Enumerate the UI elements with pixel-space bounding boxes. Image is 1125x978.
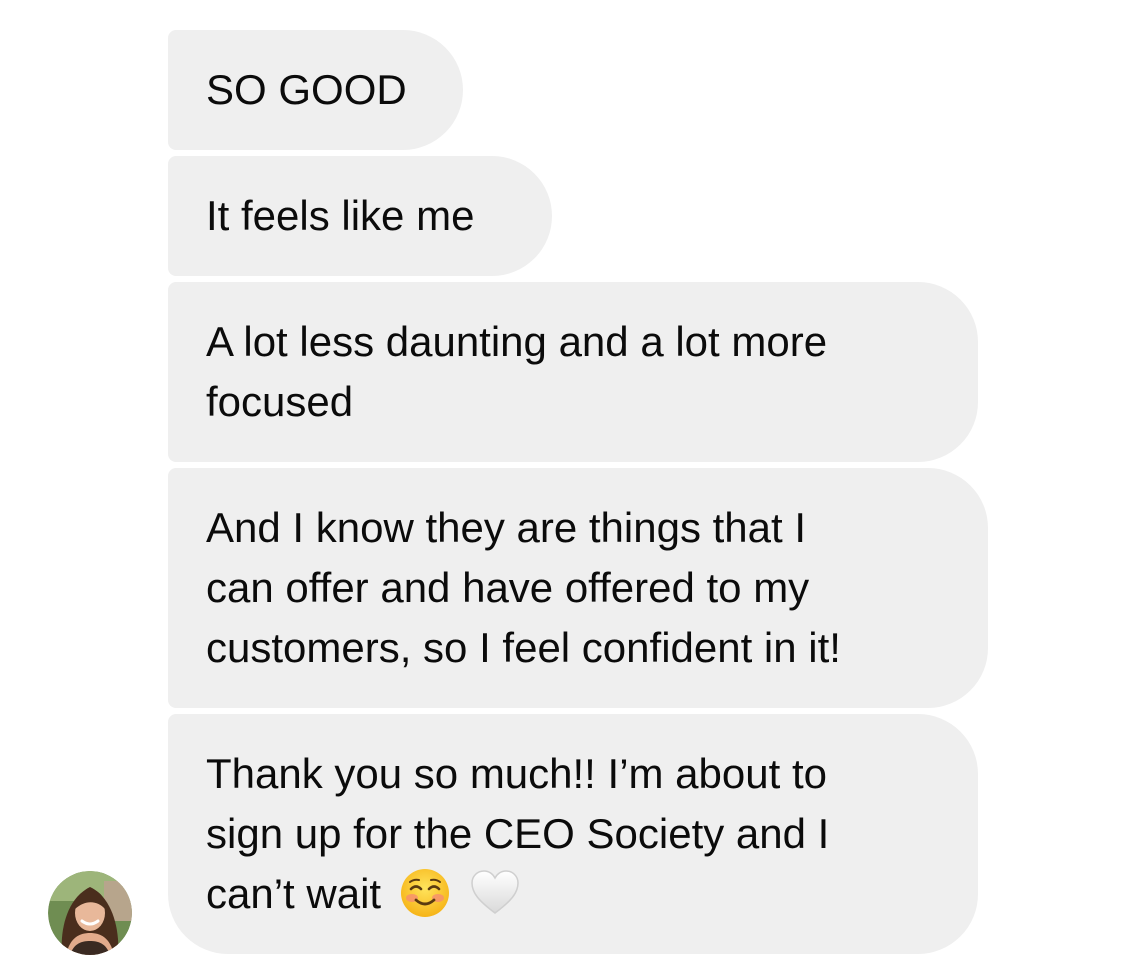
profile-photo-avatar-icon — [48, 871, 132, 955]
message-text: SO GOOD — [206, 66, 407, 113]
avatar[interactable] — [48, 871, 132, 955]
message-text: customers, so I feel confident in it! — [206, 624, 841, 671]
smiling-face-emoji-icon — [401, 868, 450, 917]
message-bubble[interactable]: A lot less daunting and a lot more focus… — [168, 282, 978, 462]
message-text: can offer and have offered to my — [206, 564, 810, 611]
message-bubble[interactable]: Thank you so much!! I’m about to sign up… — [168, 714, 978, 954]
message-text: focused — [206, 378, 354, 425]
message-text: And I know they are things that I — [206, 504, 807, 551]
message-text: It feels like me — [206, 192, 475, 239]
message-text: A lot less daunting and a lot more — [206, 318, 828, 365]
message-text: Thank you so much!! I’m about to — [206, 750, 827, 797]
message-last-line: can’t wait — [206, 864, 940, 924]
message-bubble[interactable]: It feels like me — [168, 156, 552, 276]
white-heart-emoji-icon — [471, 870, 519, 914]
message-bubble[interactable]: And I know they are things that I can of… — [168, 468, 988, 708]
message-text: can’t wait — [206, 870, 382, 917]
message-bubble[interactable]: SO GOOD — [168, 30, 463, 150]
message-text: sign up for the CEO Society and I — [206, 810, 830, 857]
